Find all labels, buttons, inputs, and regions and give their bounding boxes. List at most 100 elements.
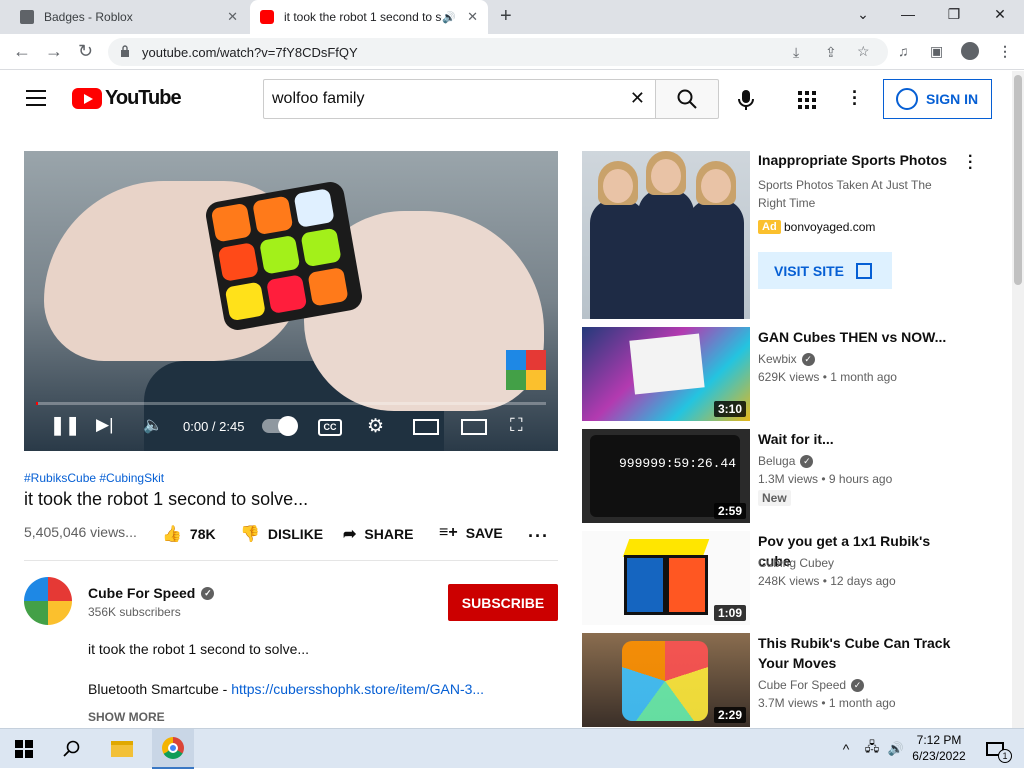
verified-check-icon: ✓ [851, 678, 865, 692]
recommended-video[interactable]: 2:29 This Rubik's Cube Can Track Your Mo… [582, 633, 962, 727]
tab-close-icon[interactable]: ✕ [227, 9, 238, 25]
search-button[interactable] [655, 79, 719, 119]
tab-youtube-video[interactable]: it took the robot 1 second to solve... 🔊… [250, 0, 488, 34]
channel-line: Cubing Cubey [758, 556, 834, 570]
video-thumbnail[interactable]: 3:10 [582, 327, 750, 421]
duration-badge: 1:09 [713, 605, 746, 621]
autoplay-toggle[interactable] [262, 416, 298, 436]
view-count[interactable]: 5,405,046 views... [24, 524, 137, 540]
channel-name: Beluga [758, 454, 796, 468]
dislike-button[interactable]: 👎 DISLIKE [240, 524, 323, 544]
network-icon[interactable]: 🖧 [862, 729, 882, 769]
miniplayer-icon[interactable] [413, 419, 439, 435]
notification-count: 1 [998, 749, 1012, 763]
hamburger-menu-icon[interactable] [26, 90, 46, 106]
video-thumbnail[interactable]: 1:09 [582, 531, 750, 625]
show-more-button[interactable]: SHOW MORE [88, 710, 165, 724]
fullscreen-icon[interactable]: ⛶ [510, 415, 523, 436]
show-hidden-icons-chevron-icon[interactable]: ^ [838, 729, 854, 769]
youtube-favicon-icon [260, 10, 274, 24]
microphone-icon[interactable] [737, 89, 755, 111]
restore-icon[interactable]: ❐ [944, 6, 964, 23]
smart-cube-image [622, 641, 708, 721]
video-meta: 629K views • 1 month ago [758, 370, 897, 384]
dislike-label: DISLIKE [267, 526, 324, 542]
bookmark-star-icon[interactable]: ☆ [857, 43, 870, 60]
pause-icon[interactable]: ❚❚ [50, 415, 80, 436]
address-bar[interactable]: youtube.com/watch?v=7fY8CDsFfQY ⤓ ⇪ ☆ [108, 38, 888, 66]
ad-badge: Ad [758, 220, 781, 234]
progress-bar[interactable] [36, 402, 546, 405]
verified-check-icon: ✓ [801, 352, 815, 366]
ad-face-image [603, 169, 633, 203]
back-icon[interactable]: ← [13, 42, 31, 60]
ad-person-image [638, 189, 694, 319]
chrome-menu-icon[interactable]: ⋮ [998, 43, 1012, 60]
start-button[interactable] [8, 729, 40, 769]
apps-grid-icon[interactable] [798, 91, 816, 109]
ad-title[interactable]: Inappropriate Sports Photos [758, 152, 947, 168]
youtube-header: YouTube ✕ ··· SIGN IN [0, 71, 1012, 127]
recommended-video[interactable]: 999999:59:26.44 2:59 Wait for it... Belu… [582, 429, 962, 523]
volume-tray-icon[interactable]: 🔊 [886, 729, 906, 769]
system-clock[interactable]: 7:12 PM 6/23/2022 [908, 732, 970, 764]
chrome-logo-icon [162, 737, 184, 759]
share-button[interactable]: ➦ SHARE [343, 524, 413, 544]
channel-line: Kewbix ✓ [758, 352, 815, 366]
settings-more-icon[interactable]: · · · [852, 83, 858, 113]
channel-name: Cube For Speed [88, 585, 196, 601]
speaker-icon[interactable]: 🔊 [442, 11, 456, 24]
notifications-button[interactable]: 1 [980, 729, 1012, 769]
scrollbar-thumb[interactable] [1014, 75, 1022, 285]
captions-icon[interactable]: CC [318, 419, 342, 436]
search-input[interactable] [264, 80, 614, 118]
video-title: This Rubik's Cube Can Track Your Moves [758, 635, 951, 671]
file-explorer-button[interactable] [104, 729, 140, 769]
tab-close-icon[interactable]: ✕ [467, 9, 478, 25]
channel-avatar[interactable] [24, 577, 72, 625]
like-button[interactable]: 👍 78K [162, 524, 216, 544]
clear-search-icon[interactable]: ✕ [630, 88, 645, 109]
channel-line: Beluga ✓ [758, 454, 814, 468]
video-thumbnail[interactable]: 999999:59:26.44 2:59 [582, 429, 750, 523]
video-thumbnail[interactable]: 2:29 [582, 633, 750, 727]
profile-icon[interactable] [961, 42, 979, 60]
save-button[interactable]: ≡+ SAVE [439, 524, 503, 542]
page-scrollbar[interactable] [1012, 71, 1024, 728]
chrome-taskbar-button[interactable] [152, 729, 194, 769]
share-icon[interactable]: ⇪ [825, 44, 837, 61]
settings-gear-icon[interactable]: ⚙ [367, 415, 384, 438]
tab-badges-roblox[interactable]: Badges - Roblox ✕ [8, 0, 248, 34]
side-panel-icon[interactable]: ▣ [930, 43, 943, 60]
tab-search-chevron-icon[interactable]: ⌄ [853, 6, 873, 23]
recommended-video[interactable]: 3:10 GAN Cubes THEN vs NOW... Kewbix ✓ 62… [582, 327, 962, 421]
youtube-logo[interactable]: YouTube [72, 87, 182, 110]
hashtags[interactable]: #RubiksCube #CubingSkit [24, 471, 164, 485]
cube-orange-face-image [666, 555, 708, 615]
next-icon[interactable]: ▶| [96, 415, 114, 435]
ad-menu-icon[interactable]: · · · [968, 149, 973, 177]
description-link[interactable]: https://cubersshophk.store/item/GAN-3... [231, 681, 484, 697]
gan-cube-box-image [629, 333, 705, 395]
visit-site-button[interactable]: VISIT SITE [758, 252, 892, 289]
channel-name-row[interactable]: Cube For Speed ✓ [88, 585, 215, 601]
install-icon[interactable]: ⤓ [793, 44, 799, 61]
forward-icon[interactable]: → [45, 42, 63, 60]
channel-line: Cube For Speed ✓ [758, 678, 865, 692]
close-window-icon[interactable]: ✕ [990, 6, 1010, 23]
volume-icon[interactable]: 🔈 [143, 415, 163, 435]
sign-in-button[interactable]: SIGN IN [883, 79, 992, 119]
reload-icon[interactable]: ↻ [78, 42, 93, 60]
taskbar-search-button[interactable] [56, 729, 88, 769]
channel-watermark[interactable] [506, 350, 546, 390]
minimize-icon[interactable]: — [898, 6, 918, 22]
video-frame [24, 151, 558, 451]
theater-mode-icon[interactable] [461, 419, 487, 435]
media-control-icon[interactable]: ♫ [898, 43, 909, 59]
more-actions-icon[interactable]: ··· [528, 526, 549, 547]
video-player[interactable]: ❚❚ ▶| 🔈 0:00 / 2:45 CC ⚙ ⛶ [24, 151, 558, 451]
ad-thumbnail[interactable] [582, 151, 750, 319]
recommended-video[interactable]: 1:09 Pov you get a 1x1 Rubik's cube Cubi… [582, 531, 962, 625]
new-tab-icon[interactable]: + [500, 6, 512, 26]
subscribe-button[interactable]: SUBSCRIBE [448, 584, 558, 621]
